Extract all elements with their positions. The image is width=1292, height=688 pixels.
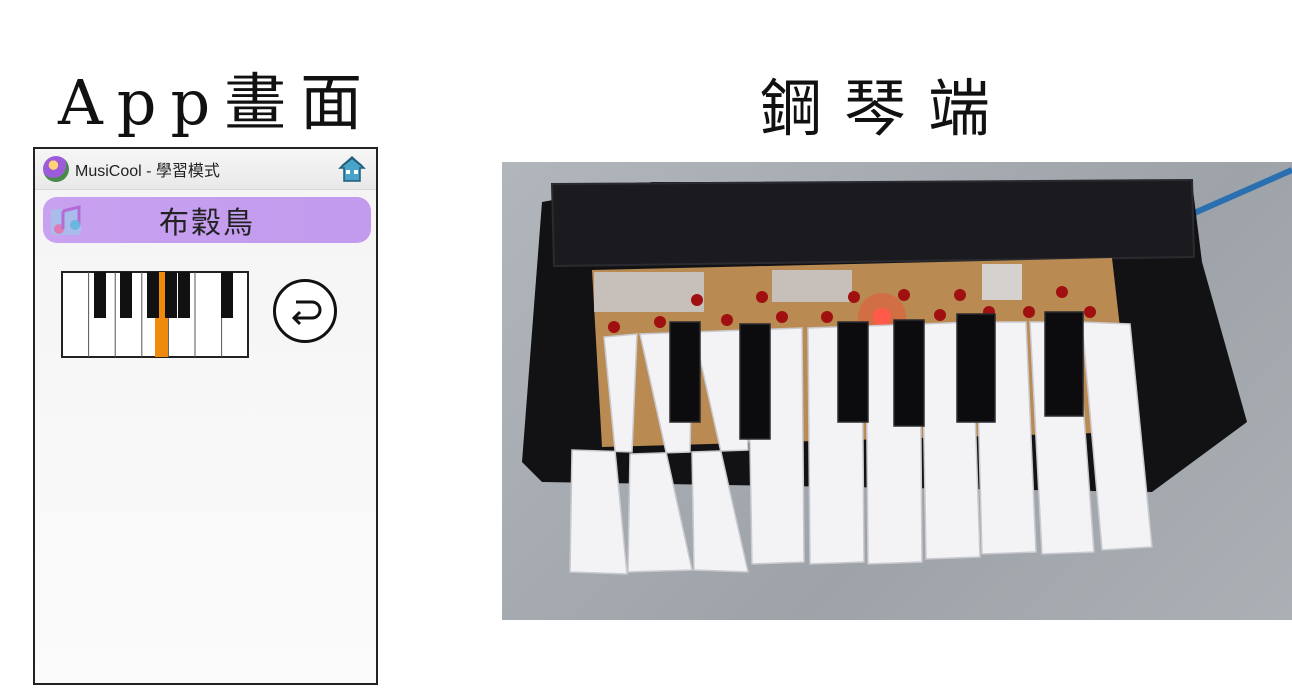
back-arrow-icon (291, 300, 322, 326)
title-bar: MusiCool - 學習模式 (35, 149, 376, 190)
app-title: MusiCool - 學習模式 (75, 163, 220, 180)
app-logo-icon (43, 156, 69, 182)
physical-piano-photo (502, 162, 1292, 620)
home-icon[interactable] (338, 155, 366, 183)
phone-screen: MusiCool - 學習模式 布穀鳥 (33, 147, 378, 685)
piano-side-heading: 鋼琴端 (760, 72, 1013, 145)
app-screen-heading: App畫面 (58, 66, 377, 139)
music-notes-icon (51, 205, 81, 235)
song-banner: 布穀鳥 (43, 197, 371, 243)
song-title: 布穀鳥 (159, 206, 255, 241)
back-button[interactable] (273, 279, 337, 343)
piano-photo-drawing (522, 167, 1292, 575)
piano-keyboard[interactable] (61, 271, 251, 359)
